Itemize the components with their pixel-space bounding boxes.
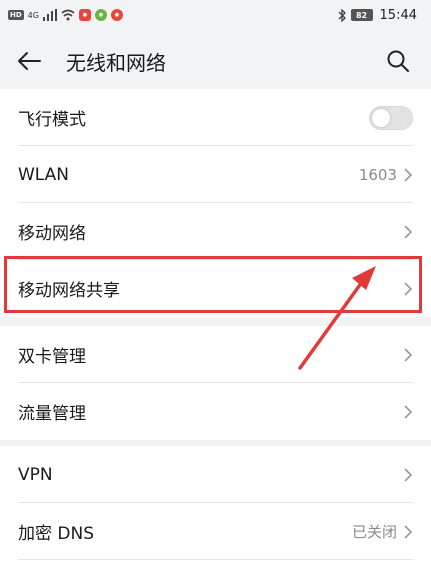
app-notification-icon: ●	[78, 9, 91, 21]
network-type-icon: 4G	[27, 10, 39, 20]
status-right: 82 15:44	[338, 8, 417, 23]
wlan-right: 1603	[359, 146, 413, 203]
airplane-mode-toggle[interactable]	[369, 105, 413, 130]
dual-sim-right	[403, 326, 413, 383]
hd-icon: HD	[8, 10, 24, 20]
airplane-mode-right	[369, 89, 413, 146]
search-button[interactable]	[383, 46, 413, 76]
data-usage-label: 流量管理	[18, 404, 86, 424]
tethering-label: 移动网络共享	[18, 281, 120, 301]
chevron-right-icon	[404, 347, 413, 362]
tethering-right	[403, 260, 413, 317]
toggle-knob	[372, 108, 390, 127]
app-notification-icon-2: ●	[94, 9, 107, 21]
vpn-label: VPN	[18, 464, 53, 485]
private-dns-right: 已关闭	[352, 503, 413, 560]
chevron-right-icon	[404, 281, 413, 296]
row-data-usage[interactable]: 流量管理	[0, 383, 431, 440]
mobile-network-right	[403, 203, 413, 260]
clock: 15:44	[379, 7, 417, 23]
wifi-icon	[61, 9, 75, 21]
row-wlan[interactable]: WLAN 1603	[0, 146, 431, 203]
wlan-label: WLAN	[18, 164, 70, 185]
chevron-right-icon	[404, 224, 413, 239]
status-bar: HD 4G ● ● ● 82 15:44	[0, 0, 431, 30]
row-partial	[0, 560, 431, 582]
settings-group-1: 飞行模式 WLAN 1603 移动网络 移动网络共享	[0, 89, 431, 317]
app-bar: 无线和网络	[0, 30, 431, 88]
chevron-right-icon	[404, 467, 413, 482]
back-button[interactable]	[14, 46, 44, 76]
page-title: 无线和网络	[66, 51, 166, 75]
wlan-value: 1603	[358, 165, 397, 184]
row-dual-sim[interactable]: 双卡管理	[0, 326, 431, 383]
settings-group-2: 双卡管理 流量管理	[0, 326, 431, 440]
chevron-right-icon	[404, 167, 413, 182]
back-arrow-icon	[18, 52, 41, 70]
settings-group-3: VPN 加密 DNS 已关闭	[0, 446, 431, 582]
row-mobile-network[interactable]: 移动网络	[0, 203, 431, 260]
status-left: HD 4G ● ● ●	[8, 9, 123, 21]
private-dns-value: 已关闭	[351, 523, 397, 541]
vpn-right	[403, 446, 413, 503]
bluetooth-icon	[338, 8, 346, 22]
mobile-network-label: 移动网络	[18, 224, 86, 244]
row-tethering[interactable]: 移动网络共享	[0, 260, 431, 317]
chevron-right-icon	[404, 524, 413, 539]
row-vpn[interactable]: VPN	[0, 446, 431, 503]
dual-sim-label: 双卡管理	[18, 347, 86, 367]
row-airplane-mode[interactable]: 飞行模式	[0, 89, 431, 146]
battery-icon: 82	[350, 9, 373, 21]
data-usage-right	[403, 383, 413, 440]
app-notification-icon-3: ●	[110, 9, 123, 21]
chevron-right-icon	[404, 404, 413, 419]
airplane-mode-label: 飞行模式	[18, 110, 86, 130]
row-private-dns[interactable]: 加密 DNS 已关闭	[0, 503, 431, 560]
signal-icon	[42, 9, 57, 21]
search-icon	[387, 50, 409, 72]
private-dns-label: 加密 DNS	[18, 524, 95, 544]
